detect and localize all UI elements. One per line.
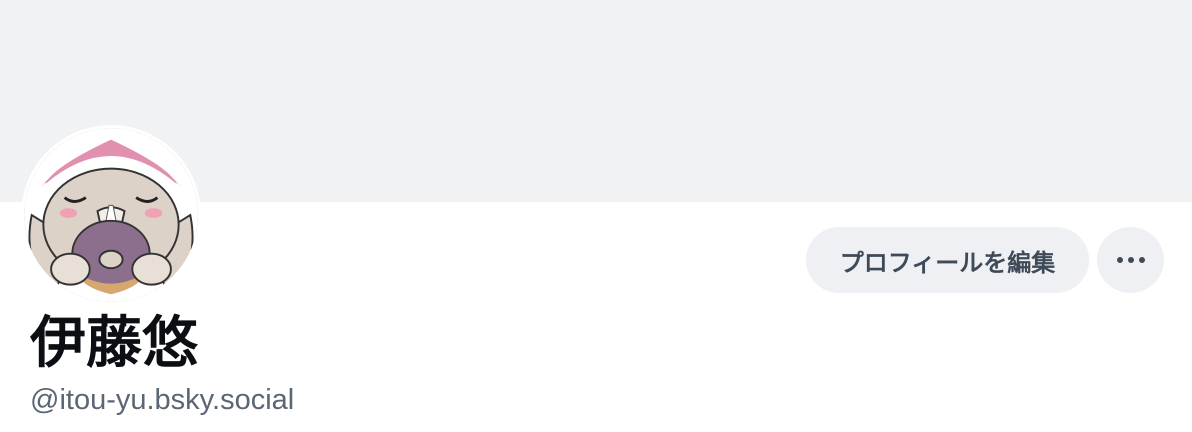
profile-display-name: 伊藤悠 <box>30 311 198 376</box>
ellipsis-icon <box>1138 257 1145 263</box>
edit-profile-label: プロフィールを編集 <box>839 248 1056 277</box>
profile-avatar[interactable] <box>21 125 201 305</box>
more-options-button[interactable] <box>1097 227 1164 293</box>
bunny-avatar-icon <box>24 128 198 302</box>
profile-handle: @itou-yu.bsky.social <box>30 384 295 416</box>
ellipsis-icon <box>1127 257 1134 263</box>
ellipsis-icon <box>1116 257 1123 263</box>
edit-profile-button[interactable]: プロフィールを編集 <box>806 227 1089 293</box>
